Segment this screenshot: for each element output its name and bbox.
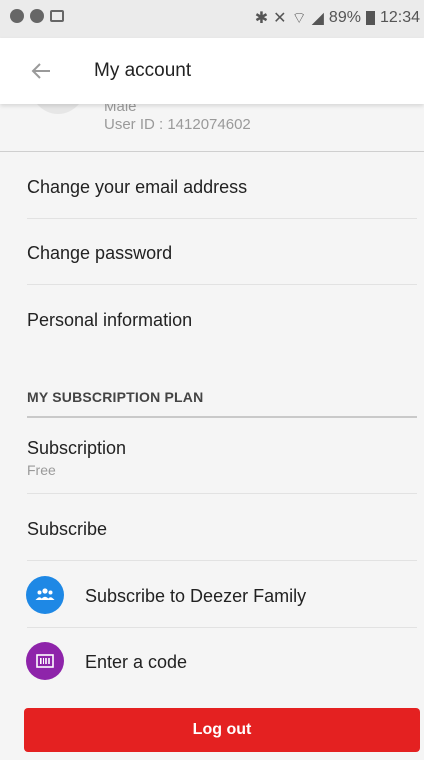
status-bar: ✱ ✕ ⌔ ◢ 89% 12:34	[0, 0, 424, 38]
section-divider	[27, 416, 417, 418]
divider	[27, 284, 417, 285]
status-notification-icons	[10, 9, 64, 23]
subscribe-item[interactable]: Subscribe	[27, 519, 417, 540]
profile-summary: Male User ID : 1412074602	[0, 104, 424, 152]
family-icon-badge	[26, 576, 64, 614]
back-button[interactable]	[28, 54, 54, 88]
profile-user-id: User ID : 1412074602	[104, 116, 251, 133]
divider	[27, 627, 417, 628]
messenger-icon	[30, 9, 44, 23]
wifi-icon: ⌔	[291, 10, 307, 27]
section-header-subscription: MY SUBSCRIPTION PLAN	[27, 389, 204, 405]
divider	[27, 218, 417, 219]
bluetooth-icon: ✱	[254, 10, 269, 27]
gallery-icon	[50, 10, 64, 22]
divider	[0, 151, 424, 152]
people-icon	[35, 588, 55, 600]
barcode-icon	[36, 654, 54, 668]
subscription-value: Free	[27, 462, 56, 478]
battery-icon	[365, 11, 375, 25]
arrow-left-icon	[31, 63, 50, 79]
signal-icon: ◢	[311, 10, 324, 27]
profile-gender: Male	[104, 104, 137, 115]
battery-percent: 89%	[328, 9, 361, 26]
divider	[27, 493, 417, 494]
change-email-item[interactable]: Change your email address	[27, 177, 417, 198]
mute-icon: ✕	[273, 10, 287, 27]
code-icon-badge	[26, 642, 64, 680]
subscribe-family-label: Subscribe to Deezer Family	[85, 586, 307, 606]
divider	[27, 560, 417, 561]
enter-code-label: Enter a code	[85, 652, 188, 672]
app-bar: My account	[0, 38, 424, 104]
avatar	[28, 104, 88, 114]
messenger-icon	[10, 9, 24, 23]
logout-button[interactable]: Log out	[24, 708, 420, 752]
subscription-label: Subscription	[27, 438, 127, 458]
status-time: 12:34	[379, 9, 420, 26]
change-password-item[interactable]: Change password	[27, 243, 417, 264]
personal-information-item[interactable]: Personal information	[27, 310, 417, 331]
page-title: My account	[94, 60, 192, 81]
status-system-icons: ✱ ✕ ⌔ ◢ 89% 12:34	[255, 8, 420, 28]
